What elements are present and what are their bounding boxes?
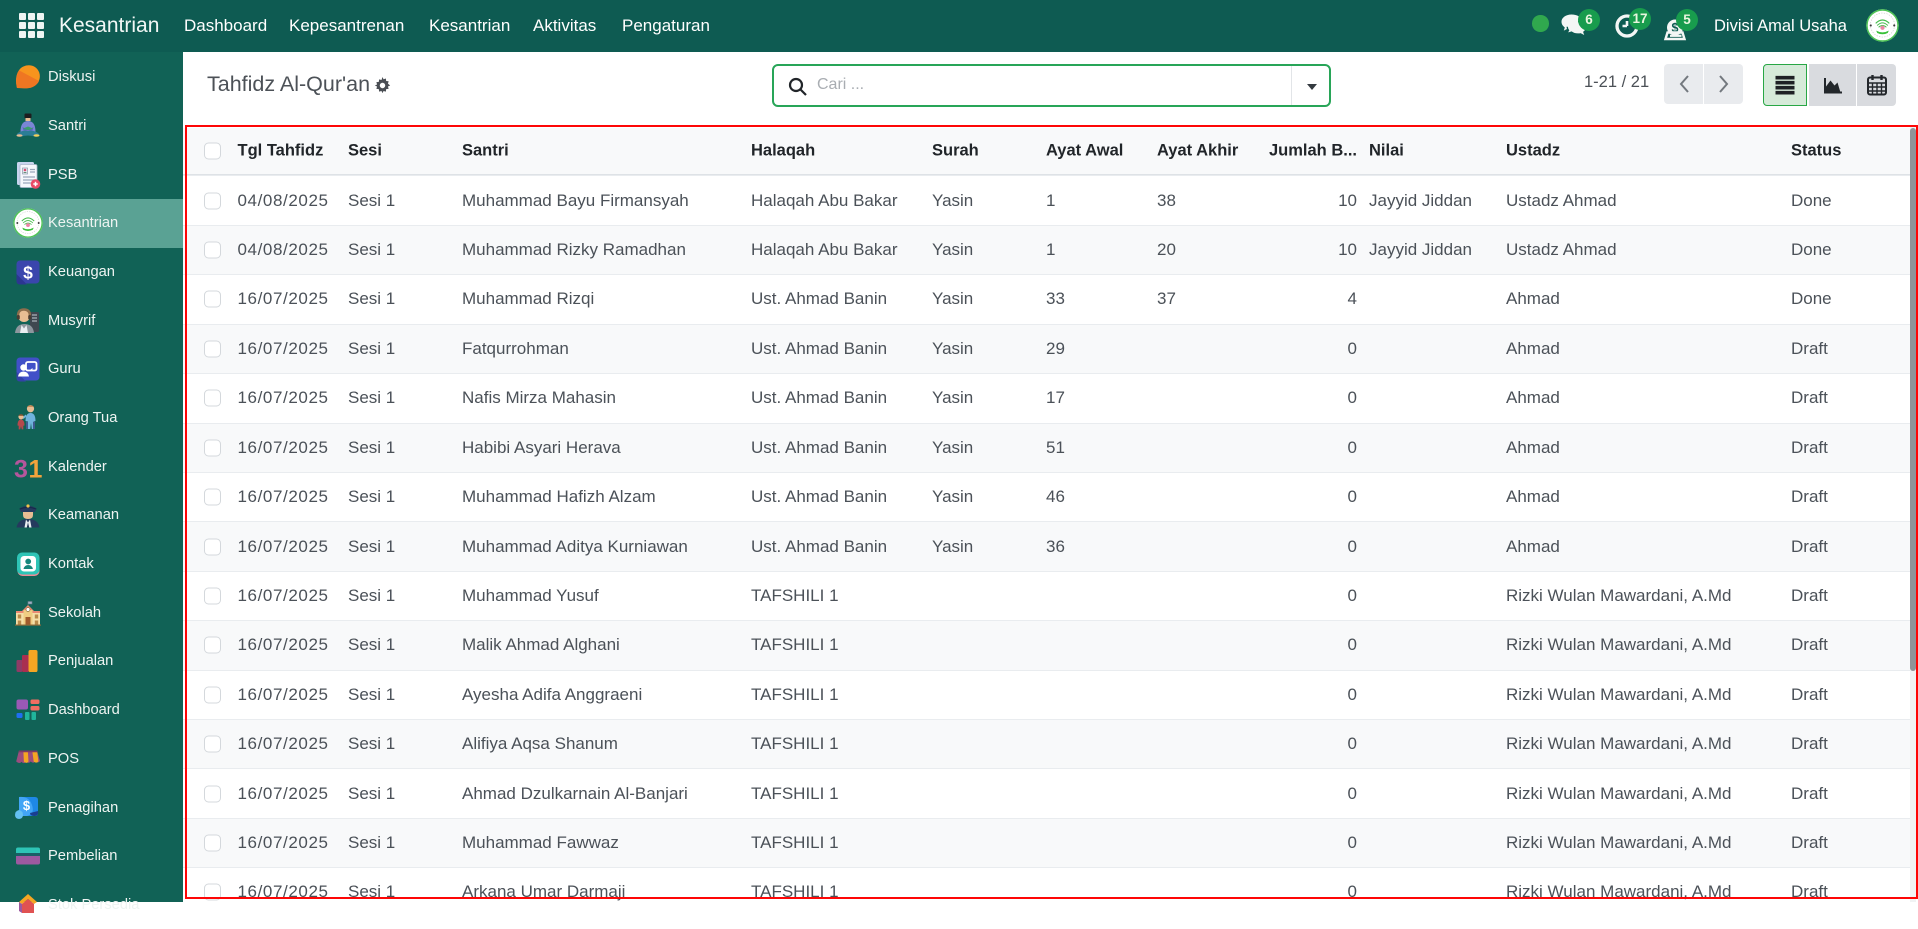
svg-text:3: 3 [14, 455, 28, 482]
svg-text:1: 1 [29, 455, 43, 482]
svg-text:$: $ [23, 262, 33, 282]
svg-text:$: $ [23, 798, 31, 813]
